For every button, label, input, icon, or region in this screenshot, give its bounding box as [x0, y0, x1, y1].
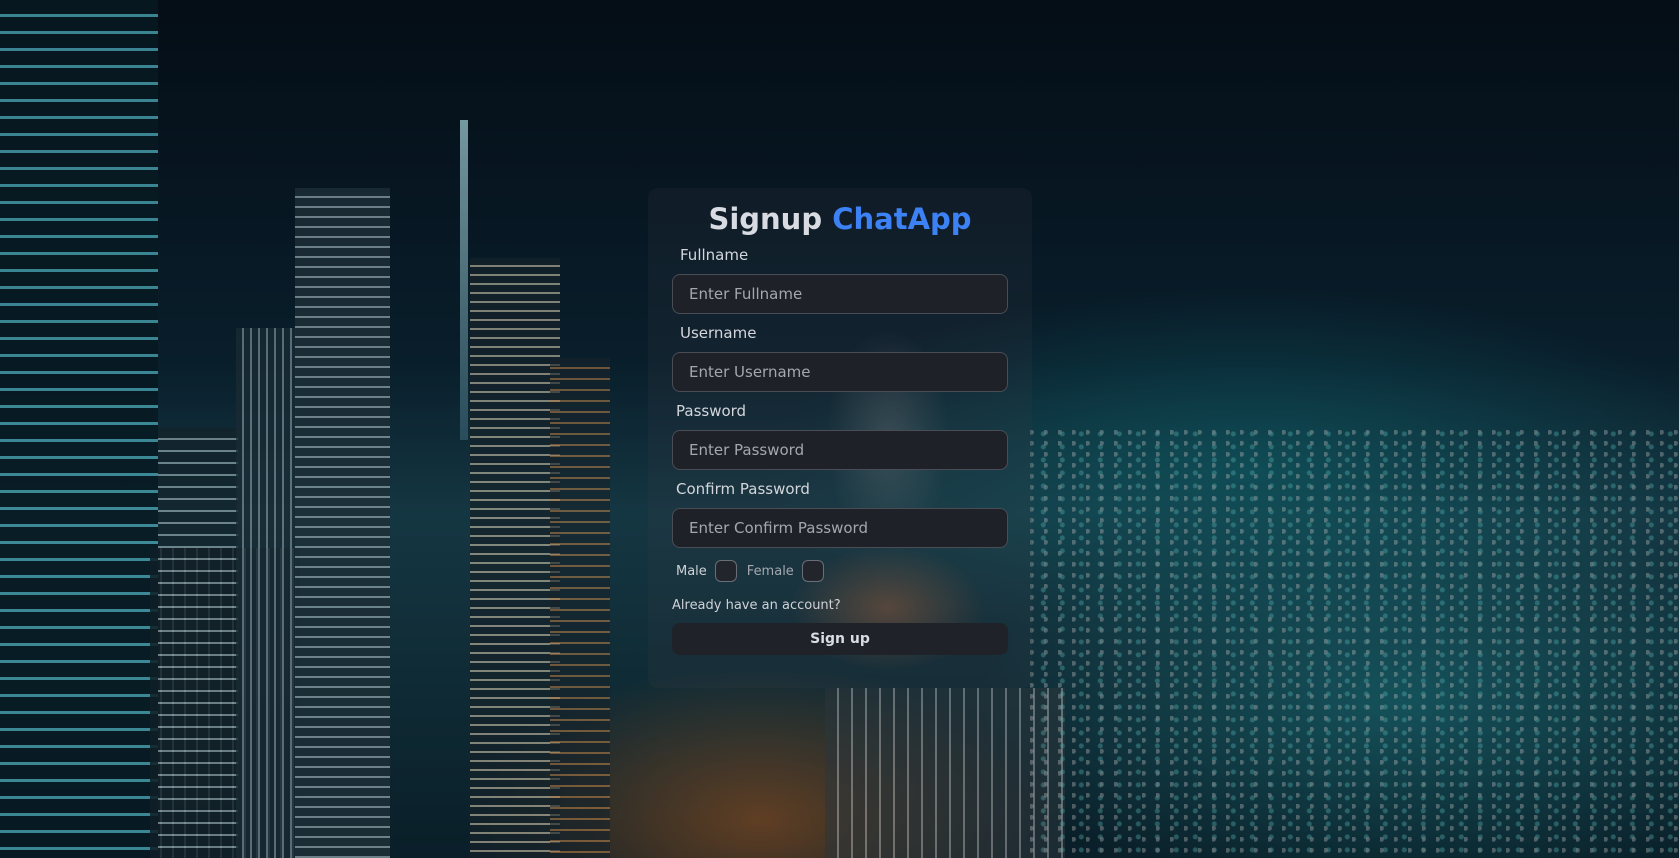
female-checkbox[interactable]	[801, 560, 824, 582]
gender-selector: Male Female	[676, 558, 1008, 584]
page-title: Signup ChatApp	[672, 202, 1008, 236]
username-input[interactable]	[672, 352, 1008, 392]
login-link[interactable]: Already have an account?	[672, 598, 841, 613]
signup-page: Signup ChatApp Fullname Username Passwor…	[0, 0, 1679, 858]
male-checkbox[interactable]	[714, 560, 737, 582]
signup-card: Signup ChatApp Fullname Username Passwor…	[648, 188, 1032, 688]
password-label: Password	[676, 402, 747, 420]
female-label: Female	[746, 563, 794, 579]
confirm-password-input[interactable]	[672, 508, 1008, 548]
male-label: Male	[676, 563, 707, 579]
signup-button[interactable]: Sign up	[672, 623, 1008, 655]
fullname-label: Fullname	[680, 246, 749, 264]
brand-name: ChatApp	[832, 202, 972, 236]
password-input[interactable]	[672, 430, 1008, 470]
username-label: Username	[680, 324, 757, 342]
title-prefix: Signup	[708, 202, 823, 236]
confirm-password-label: Confirm Password	[676, 480, 810, 498]
fullname-input[interactable]	[672, 274, 1008, 314]
